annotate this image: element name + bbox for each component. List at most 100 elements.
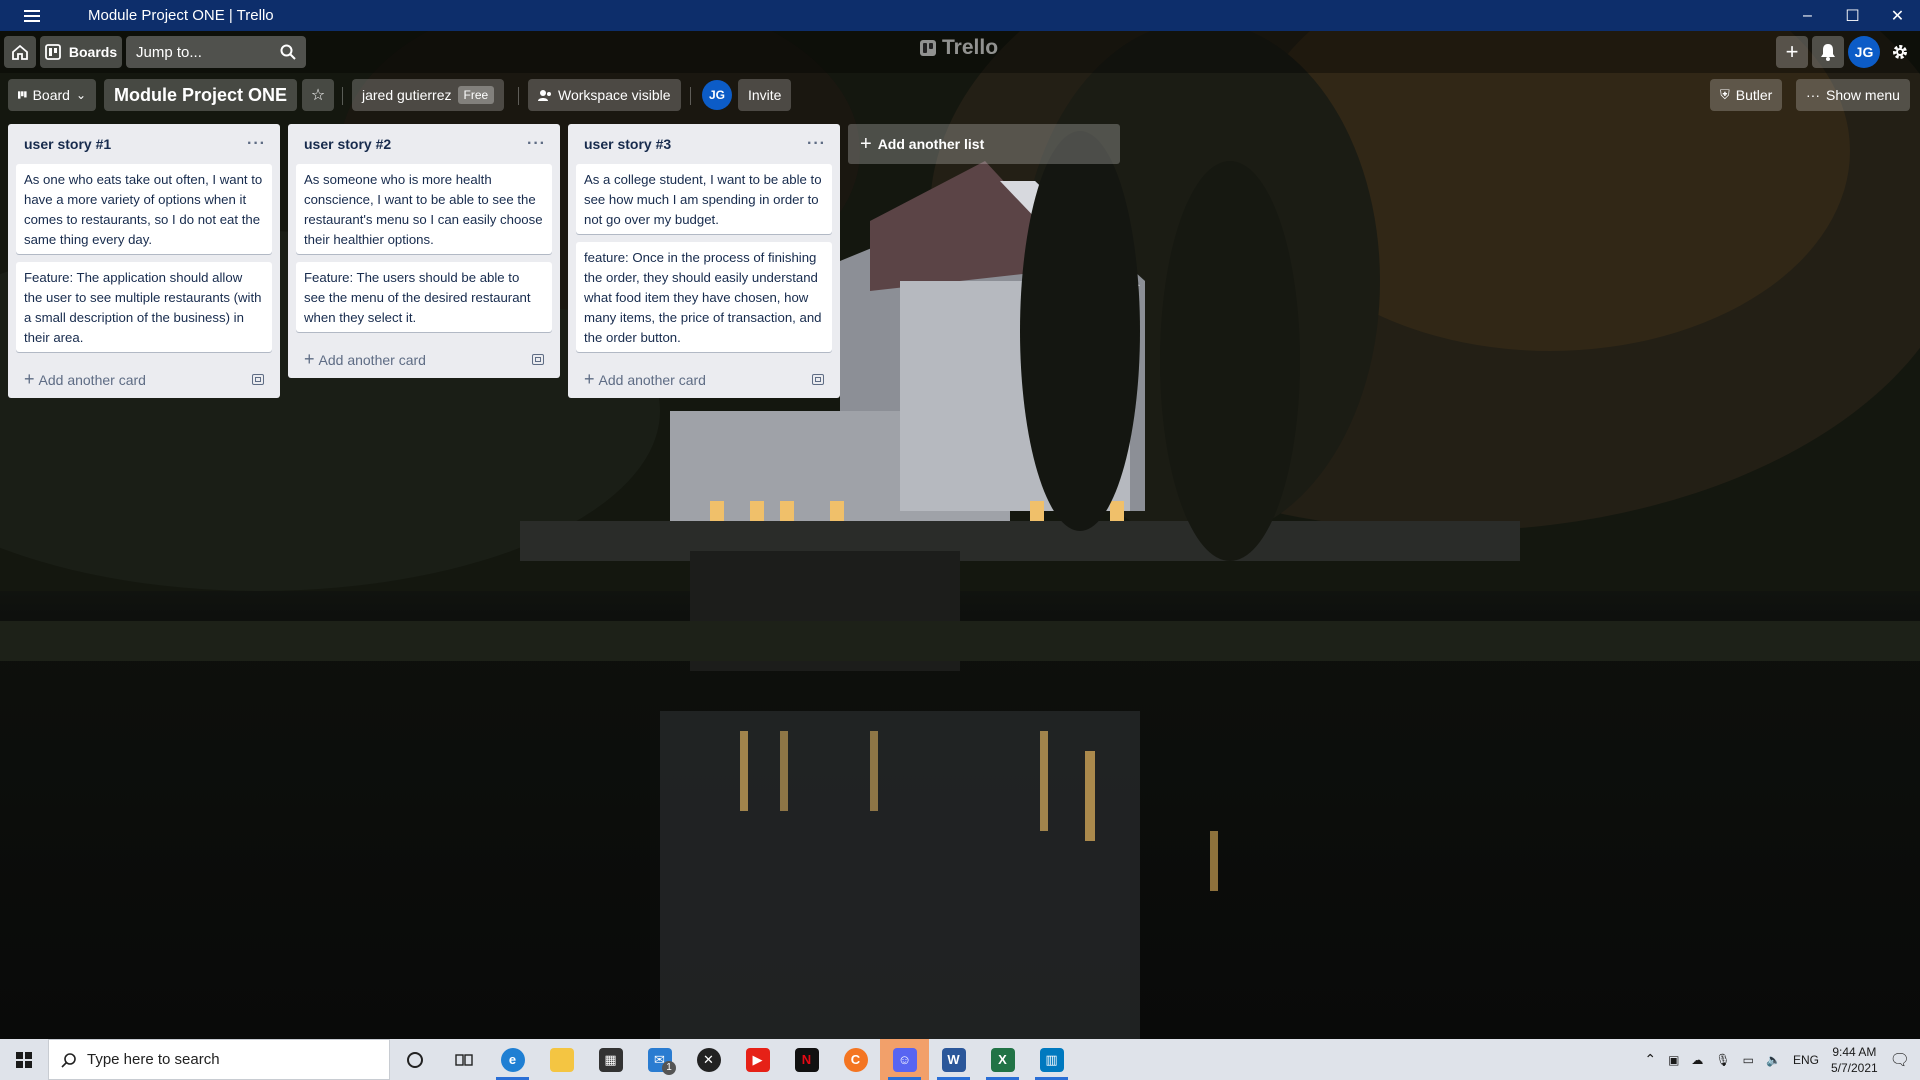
device-icon[interactable]: ▣ <box>1668 1053 1679 1067</box>
taskbar-trello[interactable]: ▥ <box>1027 1039 1076 1080</box>
notification-center-icon[interactable]: 🗨 <box>1890 1050 1910 1070</box>
show-menu-label: Show menu <box>1826 87 1900 103</box>
settings-button[interactable] <box>1884 36 1916 68</box>
trello-logo[interactable]: Trello <box>920 36 998 60</box>
card[interactable]: Feature: The application should allow th… <box>16 262 272 352</box>
minimize-button[interactable]: – <box>1785 0 1830 31</box>
language-indicator[interactable]: ENG <box>1793 1053 1819 1067</box>
card[interactable]: As a college student, I want to be able … <box>576 164 832 234</box>
taskbar-excel[interactable]: X <box>978 1039 1027 1080</box>
taskbar-netflix[interactable]: N <box>782 1039 831 1080</box>
star-board-button[interactable]: ☆ <box>302 79 334 111</box>
list-user-story-1: user story #1 ··· As one who eats take o… <box>8 124 280 398</box>
word-icon: W <box>941 1047 966 1072</box>
network-icon[interactable]: ▭ <box>1743 1053 1754 1067</box>
header-divider <box>518 87 519 105</box>
home-button[interactable] <box>4 36 36 68</box>
cortana-button[interactable] <box>390 1039 439 1080</box>
folder-icon <box>549 1047 574 1072</box>
crunchyroll-icon: C <box>843 1047 868 1072</box>
board-view-switcher[interactable]: Board ⌄ <box>8 79 96 111</box>
butler-button[interactable]: ⛨ Butler <box>1710 79 1783 111</box>
list-header: user story #2 ··· <box>296 124 552 164</box>
list-user-story-3: user story #3 ··· As a college student, … <box>568 124 840 398</box>
search-icon <box>61 1052 76 1068</box>
taskbar-search[interactable]: Type here to search <box>48 1039 390 1080</box>
list-title[interactable]: user story #2 <box>304 136 391 152</box>
board-title[interactable]: Module Project ONE <box>104 79 298 111</box>
taskbar-word[interactable]: W <box>929 1039 978 1080</box>
start-button[interactable] <box>0 1039 48 1080</box>
card[interactable]: As someone who is more health conscience… <box>296 164 552 254</box>
header-divider <box>690 87 691 105</box>
taskbar-youtube[interactable]: ▶ <box>733 1039 782 1080</box>
notifications-button[interactable] <box>1812 36 1844 68</box>
list-title[interactable]: user story #1 <box>24 136 111 152</box>
visibility-button[interactable]: Workspace visible <box>528 79 681 111</box>
card[interactable]: feature: Once in the process of finishin… <box>576 242 832 352</box>
home-icon <box>12 44 28 60</box>
list-title[interactable]: user story #3 <box>584 136 671 152</box>
task-view-icon <box>454 1053 473 1066</box>
taskbar-file-explorer[interactable] <box>537 1039 586 1080</box>
window-title: Module Project ONE | Trello <box>88 7 274 24</box>
chevron-up-icon[interactable]: ⌃ <box>1644 1051 1656 1068</box>
list-menu-icon[interactable]: ··· <box>807 135 826 153</box>
plus-icon: + <box>24 368 35 389</box>
list-header: user story #1 ··· <box>16 124 272 164</box>
add-card-button[interactable]: + Add another card <box>296 340 552 378</box>
visibility-label: Workspace visible <box>558 87 671 103</box>
user-avatar[interactable]: JG <box>1848 36 1880 68</box>
butler-label: Butler <box>1735 87 1773 103</box>
window-titlebar: Module Project ONE | Trello – ☐ ✕ <box>0 0 1920 31</box>
add-card-text: Add another card <box>318 351 426 368</box>
clock-date: 5/7/2021 <box>1830 1060 1878 1075</box>
taskbar-store[interactable]: ▦ <box>586 1039 635 1080</box>
board-icon <box>44 44 61 60</box>
taskbar-edge[interactable]: e <box>488 1039 537 1080</box>
card-template-icon[interactable] <box>812 373 824 385</box>
microphone-icon[interactable]: 🎙 <box>1715 1053 1730 1067</box>
discord-icon: ☺ <box>892 1047 917 1072</box>
app-menu-icon[interactable] <box>0 0 64 31</box>
card[interactable]: Feature: The users should be able to see… <box>296 262 552 332</box>
show-menu-button[interactable]: ··· Show menu <box>1796 79 1910 111</box>
card-template-icon[interactable] <box>252 373 264 385</box>
plus-icon: + <box>584 368 595 389</box>
taskbar-mail[interactable]: ✉ 1 <box>635 1039 684 1080</box>
invite-button[interactable]: Invite <box>738 79 792 111</box>
list-menu-icon[interactable]: ··· <box>247 135 266 153</box>
edge-icon: e <box>500 1047 525 1072</box>
add-card-label: + Add another card <box>584 369 706 390</box>
list-menu-icon[interactable]: ··· <box>527 135 546 153</box>
add-card-button[interactable]: + Add another card <box>16 360 272 398</box>
task-view-button[interactable] <box>439 1039 488 1080</box>
more-icon: ··· <box>1806 87 1820 103</box>
search-icon <box>280 44 296 60</box>
close-button[interactable]: ✕ <box>1875 0 1920 31</box>
add-card-button[interactable]: + Add another card <box>576 360 832 398</box>
trello-header: Boards Jump to... Trello + JG <box>0 31 1920 73</box>
taskbar-crunchyroll[interactable]: C <box>831 1039 880 1080</box>
maximize-button[interactable]: ☐ <box>1830 0 1875 31</box>
workspace-button[interactable]: jared gutierrez Free <box>352 79 505 111</box>
window-controls: – ☐ ✕ <box>1785 0 1920 31</box>
header-divider <box>342 87 343 105</box>
windows-logo-icon <box>16 1051 32 1068</box>
netflix-icon: N <box>794 1047 819 1072</box>
trello-icon: ▥ <box>1039 1047 1064 1072</box>
board-view-label: Board <box>32 87 70 103</box>
add-list-button[interactable]: + Add another list <box>848 124 1120 164</box>
card[interactable]: As one who eats take out often, I want t… <box>16 164 272 254</box>
create-button[interactable]: + <box>1776 36 1808 68</box>
board-view-icon <box>18 91 27 99</box>
onedrive-icon[interactable]: ☁ <box>1691 1053 1703 1067</box>
taskbar-discord[interactable]: ☺ <box>880 1039 929 1080</box>
volume-icon[interactable]: 🔈 <box>1766 1053 1781 1067</box>
member-avatar[interactable]: JG <box>702 80 732 110</box>
card-template-icon[interactable] <box>532 353 544 365</box>
clock[interactable]: 9:44 AM 5/7/2021 <box>1831 1044 1878 1076</box>
jump-to-search[interactable]: Jump to... <box>126 36 306 68</box>
taskbar-xbox[interactable]: ✕ <box>684 1039 733 1080</box>
boards-button[interactable]: Boards <box>40 36 122 68</box>
